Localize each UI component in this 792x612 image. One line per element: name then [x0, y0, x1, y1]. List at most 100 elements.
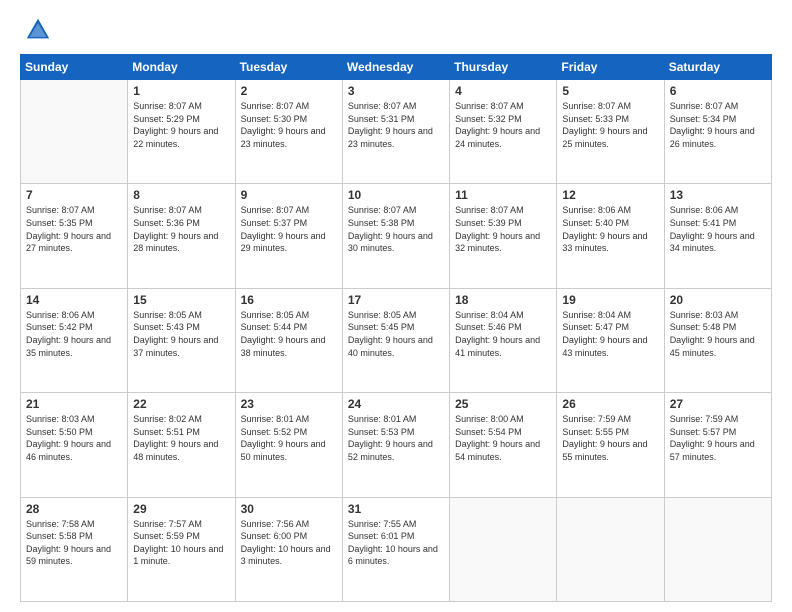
weekday-header-friday: Friday: [557, 55, 664, 80]
day-number: 28: [26, 502, 122, 516]
calendar-cell: 6 Sunrise: 8:07 AMSunset: 5:34 PMDaylight…: [664, 80, 771, 184]
weekday-header-saturday: Saturday: [664, 55, 771, 80]
day-number: 18: [455, 293, 551, 307]
day-number: 23: [241, 397, 337, 411]
calendar-cell: 11 Sunrise: 8:07 AMSunset: 5:39 PMDayligh…: [450, 184, 557, 288]
calendar-cell: 20 Sunrise: 8:03 AMSunset: 5:48 PMDayligh…: [664, 288, 771, 392]
week-row-2: 7 Sunrise: 8:07 AMSunset: 5:35 PMDaylight…: [21, 184, 772, 288]
calendar-cell: 4 Sunrise: 8:07 AMSunset: 5:32 PMDaylight…: [450, 80, 557, 184]
day-number: 17: [348, 293, 444, 307]
calendar-cell: 31 Sunrise: 7:55 AMSunset: 6:01 PMDayligh…: [342, 497, 449, 601]
calendar-cell: 12Sunrise: 8:06 AMSunset: 5:40 PMDayligh…: [557, 184, 664, 288]
calendar-cell: 28 Sunrise: 7:58 AMSunset: 5:58 PMDayligh…: [21, 497, 128, 601]
day-number: 10: [348, 188, 444, 202]
day-number: 26: [562, 397, 658, 411]
cell-info: Sunrise: 7:56 AMSunset: 6:00 PMDaylight:…: [241, 518, 337, 568]
day-number: 16: [241, 293, 337, 307]
cell-info: Sunrise: 8:07 AMSunset: 5:39 PMDaylight:…: [455, 204, 551, 254]
cell-info: Sunrise: 8:07 AMSunset: 5:37 PMDaylight:…: [241, 204, 337, 254]
cell-info: Sunrise: 8:07 AMSunset: 5:32 PMDaylight:…: [455, 100, 551, 150]
cell-info: Sunrise: 7:57 AMSunset: 5:59 PMDaylight:…: [133, 518, 229, 568]
cell-info: Sunrise: 8:01 AMSunset: 5:53 PMDaylight:…: [348, 413, 444, 463]
day-number: 29: [133, 502, 229, 516]
calendar-cell: 3Sunrise: 8:07 AMSunset: 5:31 PMDaylight…: [342, 80, 449, 184]
cell-info: Sunrise: 8:07 AMSunset: 5:31 PMDaylight:…: [348, 100, 444, 150]
calendar-cell: 17 Sunrise: 8:05 AMSunset: 5:45 PMDayligh…: [342, 288, 449, 392]
day-number: 27: [670, 397, 766, 411]
calendar-cell: 29 Sunrise: 7:57 AMSunset: 5:59 PMDayligh…: [128, 497, 235, 601]
week-row-5: 28 Sunrise: 7:58 AMSunset: 5:58 PMDayligh…: [21, 497, 772, 601]
calendar-cell: 22Sunrise: 8:02 AMSunset: 5:51 PMDayligh…: [128, 393, 235, 497]
day-number: 11: [455, 188, 551, 202]
calendar-cell: 10 Sunrise: 8:07 AMSunset: 5:38 PMDayligh…: [342, 184, 449, 288]
day-number: 19: [562, 293, 658, 307]
weekday-header-tuesday: Tuesday: [235, 55, 342, 80]
cell-info: Sunrise: 8:07 AMSunset: 5:33 PMDaylight:…: [562, 100, 658, 150]
day-number: 9: [241, 188, 337, 202]
logo-icon: [24, 16, 52, 44]
calendar-cell: 14Sunrise: 8:06 AMSunset: 5:42 PMDayligh…: [21, 288, 128, 392]
day-number: 8: [133, 188, 229, 202]
cell-info: Sunrise: 8:07 AMSunset: 5:30 PMDaylight:…: [241, 100, 337, 150]
calendar-cell: [664, 497, 771, 601]
header: [20, 16, 772, 44]
calendar-cell: 27 Sunrise: 7:59 AMSunset: 5:57 PMDayligh…: [664, 393, 771, 497]
cell-info: Sunrise: 8:06 AMSunset: 5:41 PMDaylight:…: [670, 204, 766, 254]
calendar-cell: 16 Sunrise: 8:05 AMSunset: 5:44 PMDayligh…: [235, 288, 342, 392]
calendar-cell: 9 Sunrise: 8:07 AMSunset: 5:37 PMDaylight…: [235, 184, 342, 288]
day-number: 20: [670, 293, 766, 307]
day-number: 21: [26, 397, 122, 411]
cell-info: Sunrise: 8:07 AMSunset: 5:36 PMDaylight:…: [133, 204, 229, 254]
cell-info: Sunrise: 8:05 AMSunset: 5:44 PMDaylight:…: [241, 309, 337, 359]
calendar-cell: 8 Sunrise: 8:07 AMSunset: 5:36 PMDaylight…: [128, 184, 235, 288]
calendar-cell: 2 Sunrise: 8:07 AMSunset: 5:30 PMDaylight…: [235, 80, 342, 184]
day-number: 4: [455, 84, 551, 98]
calendar-cell: [557, 497, 664, 601]
day-number: 1: [133, 84, 229, 98]
calendar-cell: 18 Sunrise: 8:04 AMSunset: 5:46 PMDayligh…: [450, 288, 557, 392]
day-number: 12: [562, 188, 658, 202]
cell-info: Sunrise: 8:03 AMSunset: 5:48 PMDaylight:…: [670, 309, 766, 359]
day-number: 7: [26, 188, 122, 202]
calendar-table: SundayMondayTuesdayWednesdayThursdayFrid…: [20, 54, 772, 602]
cell-info: Sunrise: 8:07 AMSunset: 5:38 PMDaylight:…: [348, 204, 444, 254]
cell-info: Sunrise: 7:59 AMSunset: 5:55 PMDaylight:…: [562, 413, 658, 463]
cell-info: Sunrise: 7:59 AMSunset: 5:57 PMDaylight:…: [670, 413, 766, 463]
day-number: 6: [670, 84, 766, 98]
calendar-cell: 7 Sunrise: 8:07 AMSunset: 5:35 PMDaylight…: [21, 184, 128, 288]
week-row-1: 1Sunrise: 8:07 AMSunset: 5:29 PMDaylight…: [21, 80, 772, 184]
weekday-header-thursday: Thursday: [450, 55, 557, 80]
day-number: 2: [241, 84, 337, 98]
cell-info: Sunrise: 8:05 AMSunset: 5:45 PMDaylight:…: [348, 309, 444, 359]
day-number: 30: [241, 502, 337, 516]
calendar-cell: 5 Sunrise: 8:07 AMSunset: 5:33 PMDaylight…: [557, 80, 664, 184]
calendar-cell: 15Sunrise: 8:05 AMSunset: 5:43 PMDayligh…: [128, 288, 235, 392]
week-row-3: 14Sunrise: 8:06 AMSunset: 5:42 PMDayligh…: [21, 288, 772, 392]
calendar-cell: 13 Sunrise: 8:06 AMSunset: 5:41 PMDayligh…: [664, 184, 771, 288]
calendar-cell: 21Sunrise: 8:03 AMSunset: 5:50 PMDayligh…: [21, 393, 128, 497]
cell-info: Sunrise: 8:07 AMSunset: 5:34 PMDaylight:…: [670, 100, 766, 150]
cell-info: Sunrise: 8:04 AMSunset: 5:47 PMDaylight:…: [562, 309, 658, 359]
calendar-cell: 23 Sunrise: 8:01 AMSunset: 5:52 PMDayligh…: [235, 393, 342, 497]
weekday-header-monday: Monday: [128, 55, 235, 80]
cell-info: Sunrise: 7:58 AMSunset: 5:58 PMDaylight:…: [26, 518, 122, 568]
cell-info: Sunrise: 8:01 AMSunset: 5:52 PMDaylight:…: [241, 413, 337, 463]
calendar-cell: [450, 497, 557, 601]
cell-info: Sunrise: 7:55 AMSunset: 6:01 PMDaylight:…: [348, 518, 444, 568]
cell-info: Sunrise: 8:04 AMSunset: 5:46 PMDaylight:…: [455, 309, 551, 359]
day-number: 15: [133, 293, 229, 307]
day-number: 13: [670, 188, 766, 202]
day-number: 25: [455, 397, 551, 411]
cell-info: Sunrise: 8:07 AMSunset: 5:35 PMDaylight:…: [26, 204, 122, 254]
calendar-cell: 30 Sunrise: 7:56 AMSunset: 6:00 PMDayligh…: [235, 497, 342, 601]
weekday-header-wednesday: Wednesday: [342, 55, 449, 80]
calendar-cell: 25 Sunrise: 8:00 AMSunset: 5:54 PMDayligh…: [450, 393, 557, 497]
weekday-header-row: SundayMondayTuesdayWednesdayThursdayFrid…: [21, 55, 772, 80]
cell-info: Sunrise: 8:00 AMSunset: 5:54 PMDaylight:…: [455, 413, 551, 463]
day-number: 5: [562, 84, 658, 98]
week-row-4: 21Sunrise: 8:03 AMSunset: 5:50 PMDayligh…: [21, 393, 772, 497]
page: SundayMondayTuesdayWednesdayThursdayFrid…: [0, 0, 792, 612]
calendar-cell: [21, 80, 128, 184]
day-number: 31: [348, 502, 444, 516]
calendar-cell: 24Sunrise: 8:01 AMSunset: 5:53 PMDayligh…: [342, 393, 449, 497]
